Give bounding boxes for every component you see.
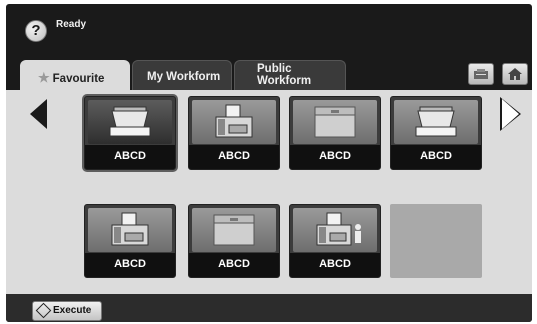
workform-tile[interactable]: ABCD xyxy=(84,204,176,278)
home-icon xyxy=(508,68,522,80)
tab-public-workform[interactable]: Public Workform xyxy=(234,60,346,90)
tile-label: ABCD xyxy=(189,145,279,169)
tab-my-workform[interactable]: My Workform xyxy=(132,60,232,90)
tile-thumbnail xyxy=(192,100,276,144)
tile-label: ABCD xyxy=(290,253,380,277)
workform-tile[interactable]: ABCD xyxy=(188,204,280,278)
status-text: Ready xyxy=(56,19,87,30)
tab-my-workform-label: My Workform xyxy=(147,71,221,83)
execute-icon xyxy=(35,302,52,319)
device-screen: ? Ready ★ Favourite My Workform Public Wo… xyxy=(6,4,532,322)
home-button[interactable] xyxy=(502,63,528,85)
tile-label: ABCD xyxy=(290,145,380,169)
workform-tile[interactable]: ABCD xyxy=(390,96,482,170)
star-icon: ★ xyxy=(38,70,50,85)
fax-icon xyxy=(111,212,149,246)
workform-tile[interactable]: ABCD xyxy=(289,96,381,170)
fax-icon xyxy=(215,104,253,138)
report-button[interactable] xyxy=(468,63,494,85)
workform-tile[interactable]: ABCD xyxy=(188,96,280,170)
tab-favourite[interactable]: ★ Favourite xyxy=(20,60,130,90)
next-page-arrow-icon[interactable] xyxy=(502,99,519,129)
fax-user-icon xyxy=(316,212,361,246)
workform-tile[interactable]: ABCD xyxy=(289,204,381,278)
tile-thumbnail xyxy=(293,100,377,144)
tab-public-label-line2: Workform xyxy=(257,75,312,87)
scanner-icon xyxy=(109,106,151,137)
tile-label: ABCD xyxy=(85,145,175,169)
execute-button[interactable]: Execute xyxy=(32,301,102,321)
workform-tile[interactable]: ABCD xyxy=(84,96,176,170)
tab-public-label-line1: Public xyxy=(257,63,292,75)
folder-icon xyxy=(314,106,356,138)
tile-label: ABCD xyxy=(85,253,175,277)
empty-tile-slot xyxy=(390,204,482,278)
scanner-icon xyxy=(415,106,457,137)
tile-thumbnail xyxy=(88,100,172,144)
tile-thumbnail xyxy=(192,208,276,252)
previous-page-arrow-icon[interactable] xyxy=(30,99,47,129)
tile-thumbnail xyxy=(394,100,478,144)
execute-label: Execute xyxy=(53,305,92,316)
report-icon xyxy=(474,69,488,79)
tile-thumbnail xyxy=(293,208,377,252)
help-button[interactable]: ? xyxy=(25,20,47,42)
tile-label: ABCD xyxy=(391,145,481,169)
tab-favourite-label: Favourite xyxy=(52,73,105,85)
tile-thumbnail xyxy=(88,208,172,252)
tile-label: ABCD xyxy=(189,253,279,277)
folder-icon xyxy=(213,214,255,246)
